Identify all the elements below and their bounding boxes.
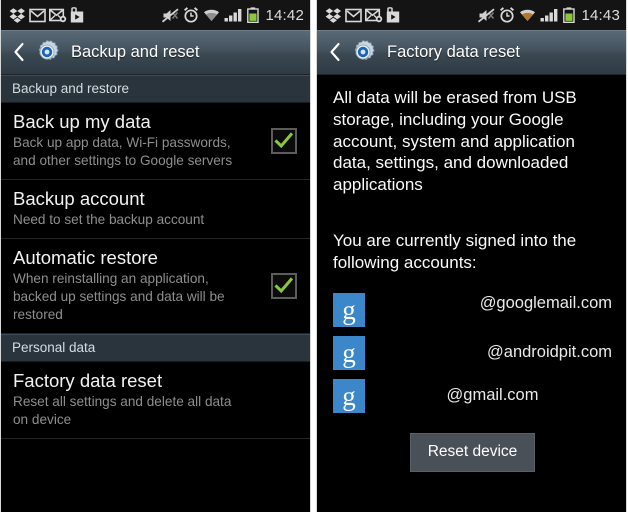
list-item-subtitle: Reset all settings and delete all data o… bbox=[13, 393, 232, 427]
page-title: Factory data reset bbox=[387, 42, 520, 61]
mute-icon bbox=[478, 8, 496, 22]
email-sync-icon bbox=[365, 8, 383, 22]
settings-list: Backup and restore Back up my data Back … bbox=[1, 75, 310, 512]
google-g-icon: g bbox=[333, 293, 365, 328]
battery-icon bbox=[247, 7, 260, 23]
wifi-icon bbox=[204, 9, 220, 21]
play-store-icon bbox=[386, 7, 400, 23]
checkmark-icon bbox=[274, 132, 294, 149]
gmail-icon bbox=[345, 8, 362, 22]
wifi-icon bbox=[520, 9, 536, 21]
google-g-icon: g bbox=[333, 379, 365, 414]
reset-button-container: Reset device bbox=[333, 433, 612, 473]
warning-text: All data will be erased from USB storage… bbox=[333, 88, 577, 194]
play-store-icon bbox=[70, 7, 84, 23]
factory-reset-content: All data will be erased from USB storage… bbox=[317, 75, 626, 512]
list-item-account: g @androidpit.com bbox=[333, 336, 612, 371]
back-button[interactable] bbox=[10, 40, 28, 64]
account-email: @gmail.com bbox=[446, 386, 539, 405]
signal-icon bbox=[540, 9, 558, 22]
action-bar: Factory data reset bbox=[317, 30, 626, 75]
checkbox-automatic-restore[interactable] bbox=[271, 272, 297, 299]
account-email: @androidpit.com bbox=[487, 343, 612, 362]
chevron-left-icon bbox=[330, 42, 340, 62]
list-item-back-up-my-data[interactable]: Back up my data Back up app data, Wi-Fi … bbox=[1, 103, 310, 180]
chevron-left-icon bbox=[14, 42, 24, 62]
account-email: @googlemail.com bbox=[479, 294, 612, 313]
action-bar: Backup and reset bbox=[1, 30, 310, 75]
list-empty-space bbox=[1, 438, 310, 512]
reset-device-button[interactable]: Reset device bbox=[409, 433, 536, 473]
list-item-title: Backup account bbox=[13, 187, 145, 209]
settings-gear-icon bbox=[348, 37, 378, 67]
list-item-title: Automatic restore bbox=[13, 246, 158, 268]
dropbox-icon bbox=[325, 8, 341, 23]
status-bar-notification-icons bbox=[9, 7, 84, 23]
section-header-backup-and-restore: Backup and restore bbox=[1, 75, 310, 103]
phone-screen-backup-and-reset: 14:42 Backup and reset Backup and restor… bbox=[0, 0, 311, 512]
alarm-icon bbox=[500, 7, 515, 23]
back-button[interactable] bbox=[326, 40, 344, 64]
status-bar: 14:42 bbox=[1, 0, 310, 30]
status-bar-system-icons: 14:43 bbox=[478, 7, 620, 24]
section-header-personal-data: Personal data bbox=[1, 333, 310, 362]
list-item-automatic-restore[interactable]: Automatic restore When reinstalling an a… bbox=[1, 239, 310, 334]
google-g-icon: g bbox=[333, 336, 365, 371]
battery-icon bbox=[563, 7, 576, 23]
list-item-account: g @gmail.com bbox=[333, 379, 612, 414]
status-bar-clock: 14:43 bbox=[581, 6, 620, 24]
status-bar: 14:43 bbox=[317, 0, 626, 30]
signed-in-accounts-list: g @googlemail.com g @androidpit.com g @g… bbox=[333, 293, 612, 414]
accounts-intro-text: You are currently signed into the follow… bbox=[333, 230, 577, 272]
list-item-factory-data-reset[interactable]: Factory data reset Reset all settings an… bbox=[1, 362, 310, 439]
list-item-subtitle: Need to set the backup account bbox=[13, 212, 205, 228]
list-item-backup-account[interactable]: Backup account Need to set the backup ac… bbox=[1, 180, 310, 239]
checkbox-back-up-my-data[interactable] bbox=[271, 127, 297, 154]
mute-icon bbox=[162, 8, 180, 22]
status-bar-notification-icons bbox=[325, 7, 400, 23]
checkmark-icon bbox=[274, 277, 294, 294]
list-item-title: Back up my data bbox=[13, 111, 151, 132]
list-item-subtitle: When reinstalling an application, backed… bbox=[13, 271, 225, 322]
settings-gear-icon bbox=[32, 37, 62, 67]
list-item-title: Factory data reset bbox=[13, 369, 163, 391]
status-bar-clock: 14:42 bbox=[265, 6, 304, 24]
signal-icon bbox=[224, 9, 242, 22]
email-sync-icon bbox=[49, 8, 67, 22]
phone-screen-factory-data-reset: 14:43 Factory data reset All data will b… bbox=[316, 0, 627, 512]
dropbox-icon bbox=[9, 8, 25, 23]
list-item-subtitle: Back up app data, Wi-Fi passwords, and o… bbox=[13, 135, 233, 169]
gmail-icon bbox=[29, 8, 46, 22]
list-item-account: g @googlemail.com bbox=[333, 293, 612, 328]
status-bar-system-icons: 14:42 bbox=[162, 7, 304, 24]
page-title: Backup and reset bbox=[71, 42, 200, 61]
dual-screenshot-container: 14:42 Backup and reset Backup and restor… bbox=[0, 0, 628, 522]
alarm-icon bbox=[184, 7, 199, 23]
